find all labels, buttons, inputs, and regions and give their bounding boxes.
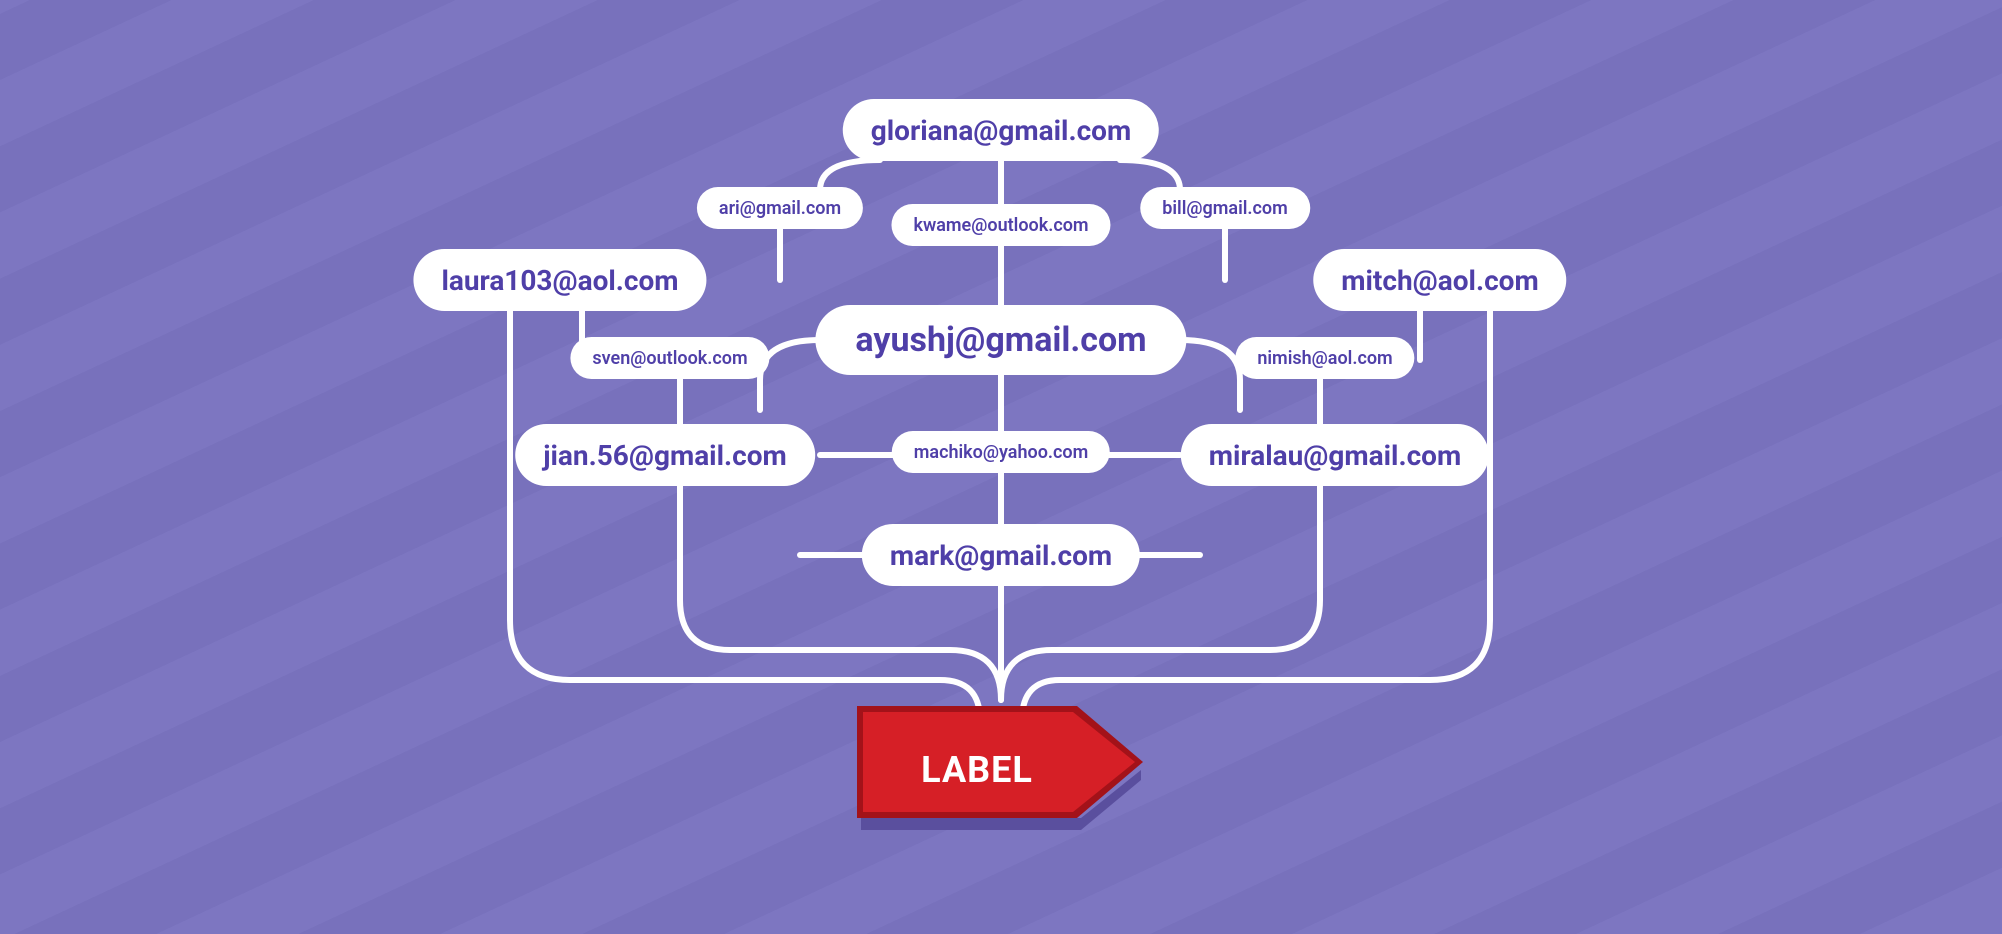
email-pill-kwame: kwame@outlook.com — [891, 204, 1110, 246]
email-pill-machiko: machiko@yahoo.com — [892, 431, 1110, 473]
email-text: laura103@aol.com — [441, 264, 678, 297]
email-pill-laura: laura103@aol.com — [413, 249, 706, 311]
email-text: ari@gmail.com — [719, 198, 841, 219]
email-pill-ari: ari@gmail.com — [697, 187, 863, 229]
email-pill-nimish: nimish@aol.com — [1235, 337, 1414, 379]
email-text: bill@gmail.com — [1162, 198, 1288, 219]
email-text: ayushj@gmail.com — [855, 320, 1146, 360]
email-text: sven@outlook.com — [592, 348, 747, 369]
email-text: machiko@yahoo.com — [914, 442, 1088, 463]
email-pill-miralau: miralau@gmail.com — [1181, 424, 1489, 486]
label-tag: LABEL — [851, 700, 1151, 840]
email-text: jian.56@gmail.com — [543, 439, 787, 472]
email-pill-sven: sven@outlook.com — [570, 337, 769, 379]
email-text: mark@gmail.com — [890, 539, 1112, 572]
email-pill-mark: mark@gmail.com — [862, 524, 1140, 586]
email-pill-jian: jian.56@gmail.com — [515, 424, 815, 486]
email-pill-bill: bill@gmail.com — [1140, 187, 1310, 229]
email-text: mitch@aol.com — [1341, 264, 1538, 297]
email-pill-mitch: mitch@aol.com — [1313, 249, 1566, 311]
email-text: nimish@aol.com — [1257, 348, 1392, 369]
diagram-stage: gloriana@gmail.com ari@gmail.com kwame@o… — [0, 0, 2002, 934]
label-text: LABEL — [921, 749, 1033, 791]
email-text: gloriana@gmail.com — [871, 114, 1131, 147]
email-text: miralau@gmail.com — [1209, 439, 1461, 472]
email-pill-gloriana: gloriana@gmail.com — [843, 99, 1159, 161]
email-text: kwame@outlook.com — [913, 215, 1088, 236]
email-pill-ayushj: ayushj@gmail.com — [815, 305, 1186, 375]
